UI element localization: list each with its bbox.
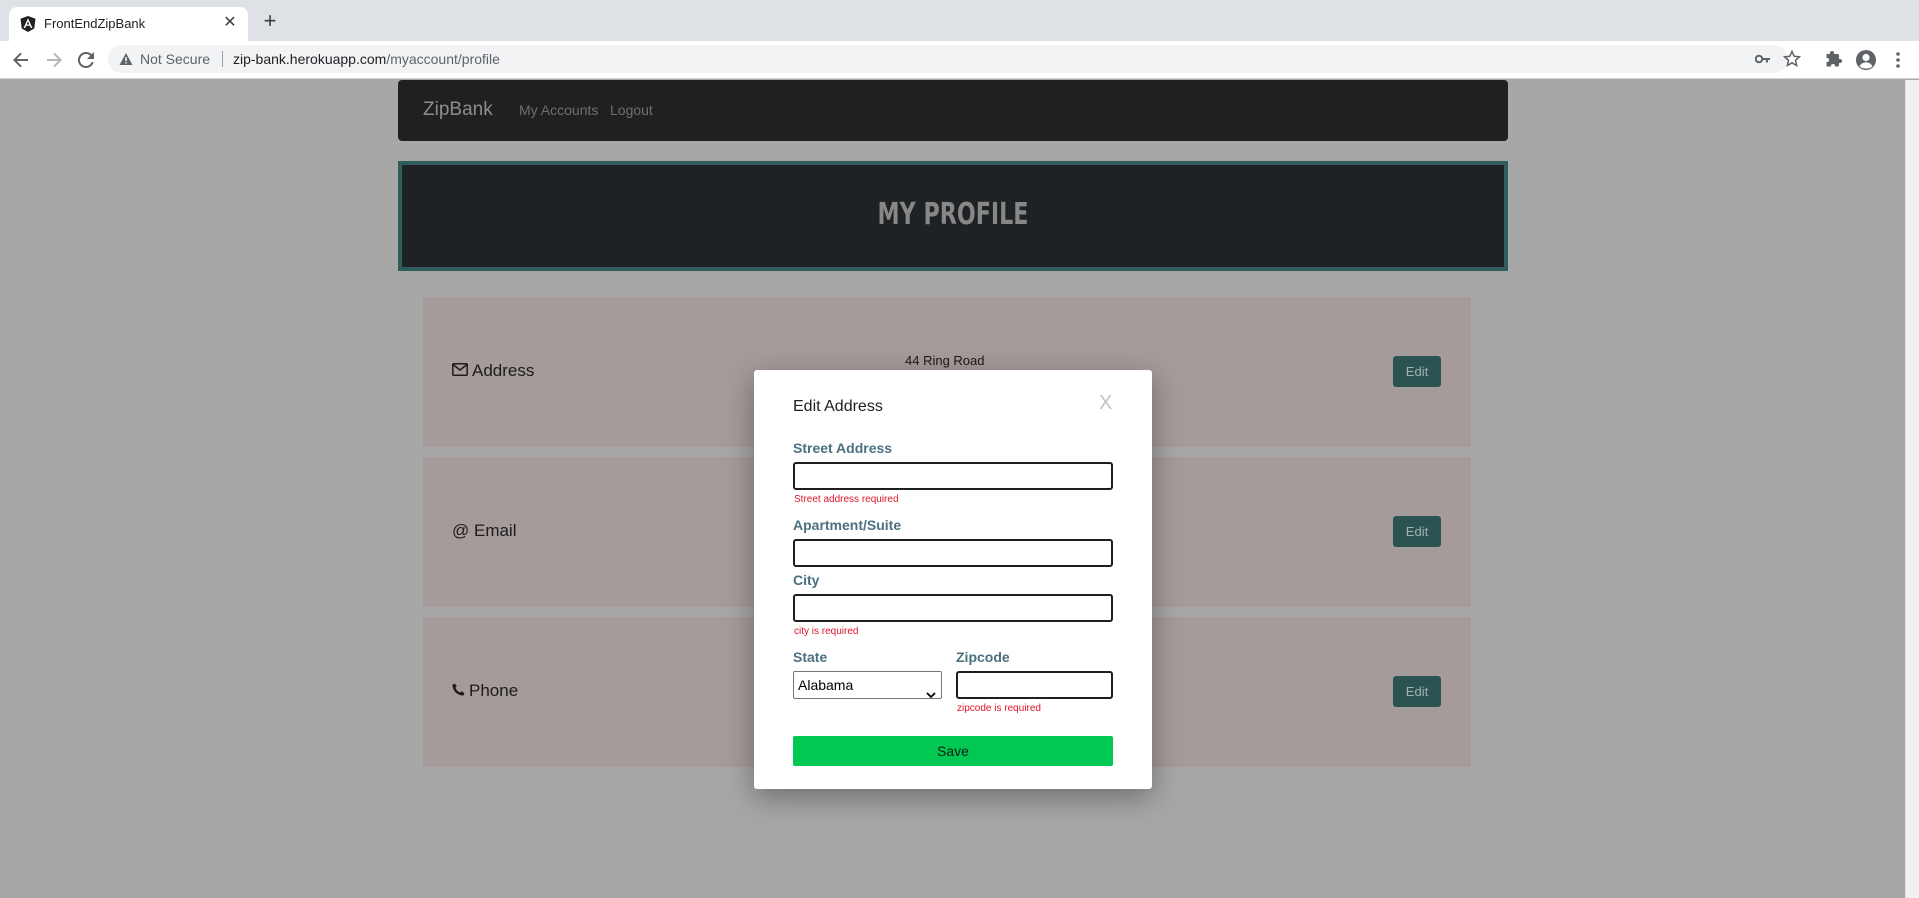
reload-icon[interactable] xyxy=(75,49,97,71)
city-input[interactable] xyxy=(793,594,1113,622)
chevron-down-icon xyxy=(926,681,936,699)
url-host: zip-bank.herokuapp.com xyxy=(233,51,387,67)
kebab-menu-icon[interactable] xyxy=(1888,50,1908,70)
page-title: MY PROFILE xyxy=(877,197,1029,232)
address-bar[interactable]: Not Secure zip-bank.herokuapp.com/myacco… xyxy=(108,45,1802,73)
angular-favicon-icon xyxy=(20,16,36,32)
forward-icon[interactable] xyxy=(43,49,65,71)
street-address-label: Street Address xyxy=(793,440,893,456)
new-tab-icon[interactable]: + xyxy=(259,10,281,32)
street-address-error: Street address required xyxy=(794,494,899,505)
tab-title: FrontEndZipBank xyxy=(44,16,146,31)
state-selected-value: Alabama xyxy=(798,677,854,693)
street-address-input[interactable] xyxy=(793,462,1113,490)
url-text[interactable]: zip-bank.herokuapp.com/myaccount/profile xyxy=(233,51,500,67)
nav-link-logout[interactable]: Logout xyxy=(610,102,653,118)
email-card-label: @ Email xyxy=(452,521,517,541)
zipcode-error: zipcode is required xyxy=(957,703,1041,714)
edit-email-button[interactable]: Edit xyxy=(1393,516,1441,547)
extensions-puzzle-icon[interactable] xyxy=(1825,51,1843,69)
bookmark-star-icon[interactable] xyxy=(1782,49,1802,68)
omnibox-divider xyxy=(222,51,223,67)
browser-tab-strip: FrontEndZipBank ✕ + xyxy=(0,0,1919,41)
key-icon[interactable] xyxy=(1754,52,1771,66)
top-navbar: ZipBank My Accounts Logout xyxy=(398,80,1508,141)
modal-close-button[interactable]: X xyxy=(1099,392,1112,415)
apartment-suite-label: Apartment/Suite xyxy=(793,517,902,533)
brand-link[interactable]: ZipBank xyxy=(423,99,493,121)
page-scrollbar[interactable] xyxy=(1905,80,1919,898)
edit-phone-button[interactable]: Edit xyxy=(1393,676,1441,707)
apartment-suite-input[interactable] xyxy=(793,539,1113,567)
envelope-icon xyxy=(452,361,468,381)
browser-toolbar: Not Secure zip-bank.herokuapp.com/myacco… xyxy=(0,41,1919,79)
security-label[interactable]: Not Secure xyxy=(140,51,210,67)
tab-close-icon[interactable]: ✕ xyxy=(221,14,239,32)
browser-tab[interactable]: FrontEndZipBank ✕ xyxy=(9,7,248,41)
edit-address-modal: Edit Address X Street Address Street add… xyxy=(754,370,1152,789)
modal-title: Edit Address xyxy=(793,398,883,415)
profile-avatar-icon[interactable] xyxy=(1855,49,1877,71)
edit-address-button[interactable]: Edit xyxy=(1393,356,1441,387)
card-label-text: Phone xyxy=(469,681,519,700)
address-value: 44 Ring Road xyxy=(905,353,985,368)
zipcode-input[interactable] xyxy=(956,671,1113,699)
phone-card-label: Phone xyxy=(452,681,518,701)
warning-icon[interactable] xyxy=(119,52,133,66)
card-label-text: Address xyxy=(472,361,535,380)
address-card-label: Address xyxy=(452,361,534,381)
url-path: /myaccount/profile xyxy=(386,51,500,67)
profile-header: MY PROFILE xyxy=(398,161,1508,271)
back-icon[interactable] xyxy=(10,49,32,71)
city-label: City xyxy=(793,572,820,588)
state-select[interactable]: Alabama xyxy=(793,671,942,699)
save-button[interactable]: Save xyxy=(793,736,1113,766)
zipcode-label: Zipcode xyxy=(956,649,1010,665)
card-label-text: @ Email xyxy=(452,521,517,540)
state-label: State xyxy=(793,649,828,665)
phone-icon xyxy=(452,681,465,701)
nav-link-my-accounts[interactable]: My Accounts xyxy=(519,102,598,118)
city-error: city is required xyxy=(794,626,859,637)
